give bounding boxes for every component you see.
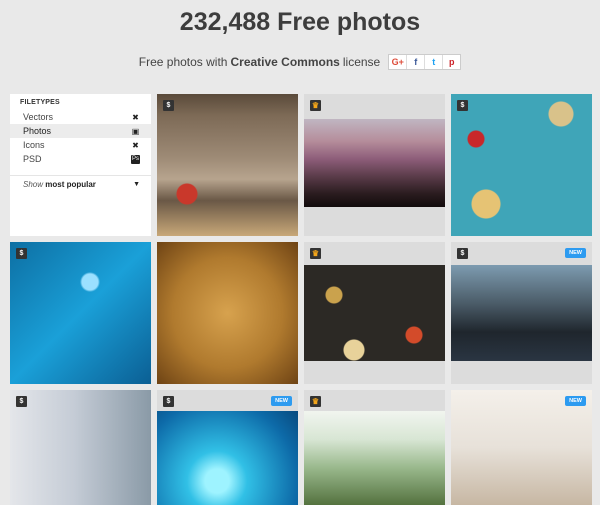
sort-value: most popular [45,180,96,189]
filter-item-label: Photos [23,126,52,136]
filter-item-label: PSD [23,154,42,164]
photo-tile[interactable]: ♛ [304,94,445,236]
premium-dollar-badge: $ [16,248,27,259]
subtitle: Free photos with Creative Commons licens… [0,54,600,70]
pasta-ingredients-photo [451,94,592,236]
photo-tile[interactable]: $ NEW [157,390,298,505]
premium-dollar-badge: $ [163,396,174,407]
google-plus-share-button[interactable]: G+ [389,55,408,69]
filter-item-label: Vectors [23,112,54,122]
facebook-share-button[interactable]: f [407,55,426,69]
bookshelf-apple-photo [157,94,298,236]
vector-icon: ✖ [132,112,139,122]
old-paper-texture-photo [157,242,298,384]
premium-dollar-badge: $ [163,100,174,111]
crown-icon: ♛ [310,100,321,111]
document-signing-photo [451,390,592,505]
photo-tile[interactable]: ♛ [304,242,445,384]
subtitle-suffix: license [342,55,381,69]
photo-tile[interactable] [157,242,298,384]
photo-tile[interactable]: NEW [451,390,592,505]
filter-item-label: Icons [23,140,45,150]
handshake-photo [451,265,592,361]
premium-dollar-badge: $ [16,396,27,407]
new-badge: NEW [271,396,292,406]
subtitle-prefix: Free photos with [138,55,228,69]
photo-tile[interactable]: $ [10,390,151,505]
crown-icon: ♛ [310,248,321,259]
photo-tile[interactable]: ♛ [304,390,445,505]
sort-dropdown[interactable]: Show most popular ▼ [10,176,151,189]
network-touch-photo [10,242,151,384]
premium-dollar-badge: $ [457,248,468,259]
photo-tile[interactable]: $ [157,94,298,236]
filetypes-filter-panel: FILETYPES Vectors ✖ Photos ▣ Icons ✖ PSD… [10,94,151,236]
twitter-share-button[interactable]: t [425,55,444,69]
cell-science-photo [157,411,298,505]
photo-tile[interactable]: $ NEW [451,242,592,384]
filter-item-photos[interactable]: Photos ▣ [10,124,151,138]
chevron-down-icon: ▼ [133,181,140,188]
crown-icon: ♛ [310,396,321,407]
sort-prefix: Show [23,180,44,189]
filter-item-icons[interactable]: Icons ✖ [10,138,151,152]
filetypes-heading: FILETYPES [20,99,60,106]
new-badge: NEW [565,248,586,258]
icon-set-icon: ✖ [132,140,139,150]
photo-tile[interactable]: $ [10,242,151,384]
premium-dollar-badge: $ [457,100,468,111]
subtitle-license-link[interactable]: Creative Commons [230,55,339,69]
filter-item-psd[interactable]: PSD Ps [10,152,151,166]
garden-wedding-photo [304,411,445,505]
concert-crowd-photo [304,119,445,207]
touch-technology-photo [10,390,151,505]
share-buttons: G+ f t p [388,54,462,70]
filter-item-vectors[interactable]: Vectors ✖ [10,110,151,124]
pinterest-share-button[interactable]: p [443,55,460,69]
photo-tile[interactable]: $ [451,94,592,236]
photo-icon: ▣ [131,126,140,136]
page-title: 232,488 Free photos [179,8,421,36]
psd-icon: Ps [131,154,140,164]
new-badge: NEW [565,396,586,406]
food-spices-photo [304,265,445,361]
